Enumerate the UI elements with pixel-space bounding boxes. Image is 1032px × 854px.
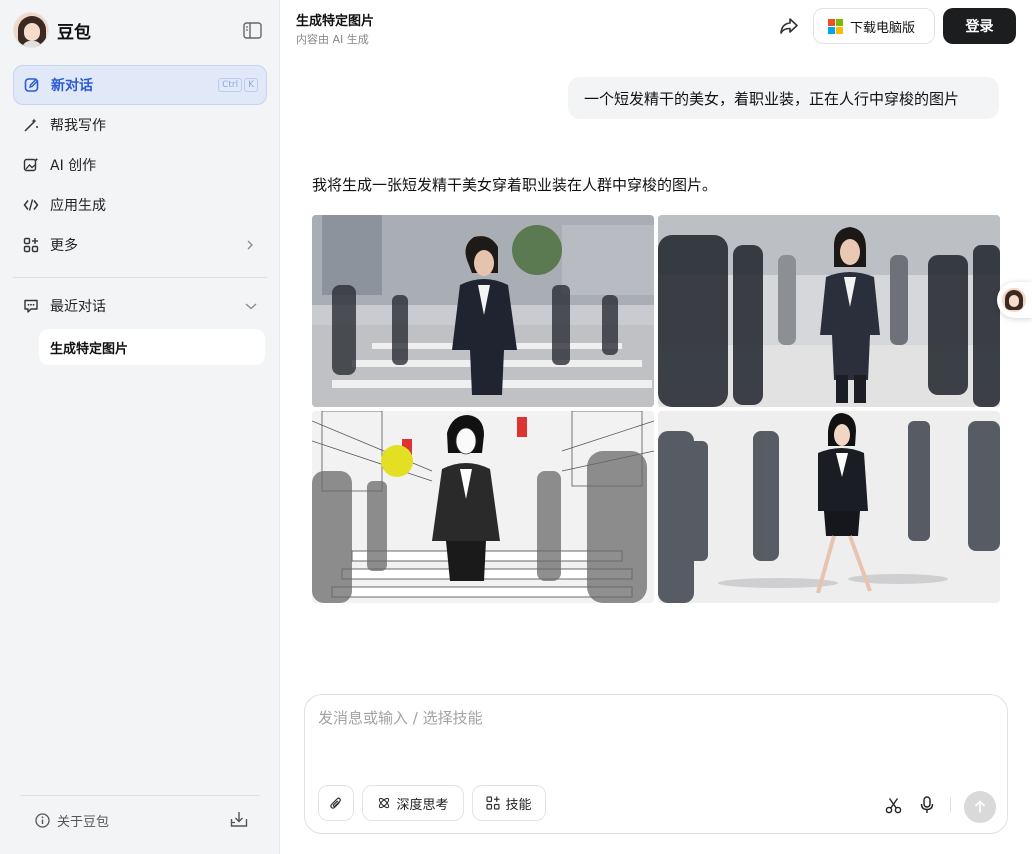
sidebar-item-label: 更多 [50,238,78,254]
paperclip-icon [330,797,341,809]
atom-icon [379,797,390,809]
sidebar-item-label: 新对话 [51,78,93,94]
arrow-up-icon [974,800,986,813]
sidebar-item-label: 帮我写作 [50,118,106,134]
recent-chats-header[interactable]: 最近对话 [13,286,267,326]
sidebar-item-writing[interactable]: 帮我写作 [13,105,267,145]
app-name: 豆包 [57,22,91,43]
image-create-icon [23,157,39,172]
download-desktop-label: 下载电脑版 [850,20,916,36]
code-icon [23,199,39,211]
scissors-icon[interactable] [885,797,902,814]
user-message-text: 一个短发精干的美女，着职业装，正在人行中穿梭的图片 [584,89,960,108]
recent-chat-item[interactable]: 生成特定图片 [39,329,265,365]
doubao-avatar [13,12,49,48]
deep-think-label: 深度思考 [396,797,449,813]
message-input[interactable] [318,709,988,727]
shortcut-hint: Ctrl K [218,78,258,92]
chevron-right-icon [247,240,253,250]
floating-assistant-button[interactable] [997,282,1032,318]
ai-disclaimer: 内容由 AI 生成 [296,33,369,46]
user-message: 一个短发精干的美女，着职业装，正在人行中穿梭的图片 [568,77,999,119]
shortcut-key-k: K [244,78,258,92]
generated-image-grid [312,215,1000,603]
attach-button[interactable] [318,785,354,821]
sidebar-item-new-chat[interactable]: 新对话 Ctrl K [13,65,267,105]
send-button[interactable] [964,791,996,823]
sidebar-item-label: AI 创作 [50,158,97,174]
sidebar-nav: 新对话 Ctrl K 帮我写作 AI 创作 应用生成 更多 [13,65,267,265]
sidebar-item-app-gen[interactable]: 应用生成 [13,185,267,225]
login-button[interactable]: 登录 [943,8,1016,44]
generated-image-1[interactable] [312,215,654,407]
composer-separator [950,797,951,813]
floating-avatar-icon [1002,288,1026,312]
deep-think-button[interactable]: 深度思考 [362,785,464,821]
sidebar-divider [13,277,267,278]
about-link[interactable]: 关于豆包 [35,811,109,830]
generated-image-4[interactable] [658,411,1000,603]
recent-chat-label: 生成特定图片 [50,341,129,357]
sidebar-item-ai-create[interactable]: AI 创作 [13,145,267,185]
skills-grid-icon [486,796,501,810]
grid-plus-icon [23,237,39,253]
sidebar: 豆包 新对话 Ctrl K 帮我写作 AI 创作 应用生成 更多 最近对话 生成… [0,0,280,854]
chevron-down-icon[interactable] [245,301,257,311]
generated-image-2[interactable] [658,215,1000,407]
chat-bubble-icon [24,299,38,313]
info-icon [35,813,50,828]
sidebar-item-label: 应用生成 [50,198,106,214]
windows-logo-icon [828,18,843,34]
writing-wand-icon [24,118,38,132]
recent-chats-label: 最近对话 [50,299,106,315]
microphone-icon[interactable] [919,796,935,814]
download-desktop-button[interactable]: 下载电脑版 [813,8,935,44]
download-app-icon[interactable] [230,811,248,828]
sidebar-item-more[interactable]: 更多 [13,225,267,265]
generated-image-3[interactable] [312,411,654,603]
sidebar-toggle-icon[interactable] [243,22,262,39]
share-icon[interactable] [778,16,800,36]
skills-button[interactable]: 技能 [472,785,546,821]
page-title: 生成特定图片 [296,14,375,29]
message-composer: 深度思考 技能 [304,694,1008,834]
about-label: 关于豆包 [57,815,110,830]
sidebar-bottom-divider [20,795,260,796]
brand[interactable]: 豆包 [13,12,91,48]
skills-label: 技能 [505,797,532,813]
new-chat-icon [24,78,39,92]
assistant-message: 我将生成一张短发精干美女穿着职业装在人群中穿梭的图片。 [312,176,718,194]
shortcut-key-ctrl: Ctrl [218,78,243,92]
